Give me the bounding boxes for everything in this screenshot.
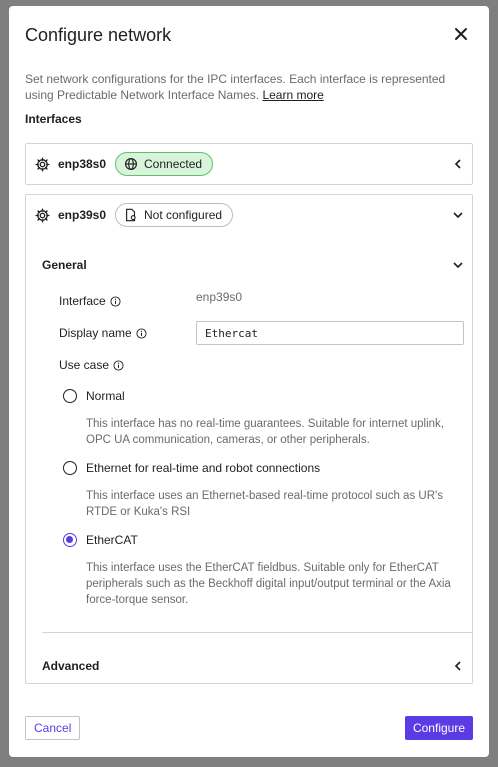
option-description: This interface has no real-time guarante… bbox=[86, 418, 444, 446]
info-icon[interactable] bbox=[136, 327, 147, 339]
cancel-button[interactable]: Cancel bbox=[25, 716, 81, 740]
use-case-ethercat-option[interactable]: EtherCAT bbox=[63, 533, 138, 547]
advanced-section-title[interactable]: Advanced bbox=[42, 659, 99, 673]
interface-header-enp39s0[interactable]: enp39s0 Not configured bbox=[26, 195, 472, 235]
interface-name: enp38s0 bbox=[58, 157, 107, 171]
interface-label-text: Interface bbox=[59, 294, 106, 308]
use-case-label-text: Use case bbox=[59, 358, 110, 372]
interface-field-label: Interface bbox=[59, 294, 121, 308]
status-badge: Connected bbox=[115, 152, 214, 176]
gear-icon bbox=[35, 157, 50, 172]
use-case-ethernet-option[interactable]: Ethernet for real-time and robot connect… bbox=[63, 461, 320, 475]
display-name-label: Display name bbox=[59, 326, 147, 340]
section-divider bbox=[42, 632, 472, 633]
interface-name: enp39s0 bbox=[58, 208, 107, 222]
dialog-description: Set network configurations for the IPC i… bbox=[25, 71, 465, 103]
gear-icon bbox=[35, 208, 50, 223]
display-name-input[interactable]: Ethercat bbox=[196, 321, 464, 345]
status-badge: Not configured bbox=[115, 203, 234, 227]
use-case-normal-option[interactable]: Normal bbox=[63, 389, 125, 403]
option-label: Ethernet for real-time and robot connect… bbox=[86, 461, 321, 475]
status-text: Not configured bbox=[144, 208, 223, 222]
chevron-left-icon[interactable] bbox=[452, 158, 464, 170]
status-text: Connected bbox=[144, 157, 203, 171]
option-description: This interface uses an Ethernet-based re… bbox=[86, 490, 443, 518]
chevron-down-icon[interactable] bbox=[452, 259, 464, 271]
use-case-label: Use case bbox=[59, 358, 124, 372]
document-gear-icon bbox=[126, 208, 136, 222]
radio-button-selected[interactable] bbox=[63, 533, 77, 547]
display-name-label-text: Display name bbox=[59, 326, 132, 340]
info-icon[interactable] bbox=[110, 295, 121, 307]
radio-button[interactable] bbox=[63, 389, 77, 403]
chevron-down-icon[interactable] bbox=[452, 209, 464, 221]
close-icon[interactable] bbox=[453, 26, 469, 42]
radio-button[interactable] bbox=[63, 461, 77, 475]
interface-header-enp38s0[interactable]: enp38s0 Connected bbox=[26, 144, 472, 184]
chevron-left-icon[interactable] bbox=[452, 660, 464, 672]
description-text: Set network configurations for the IPC i… bbox=[25, 72, 446, 102]
interface-value: enp39s0 bbox=[196, 290, 243, 304]
globe-icon bbox=[125, 158, 137, 170]
option-label: Normal bbox=[86, 389, 125, 403]
configure-network-dialog: Configure network Set network configurat… bbox=[9, 6, 489, 757]
option-description: This interface uses the EtherCAT fieldbu… bbox=[86, 562, 451, 606]
learn-more-link[interactable]: Learn more bbox=[262, 88, 323, 102]
interface-card-enp38s0: enp38s0 Connected bbox=[25, 143, 473, 185]
configure-button[interactable]: Configure bbox=[404, 716, 473, 740]
dialog-title: Configure network bbox=[25, 25, 172, 45]
info-icon[interactable] bbox=[113, 359, 124, 371]
general-section-title[interactable]: General bbox=[42, 258, 87, 272]
option-label: EtherCAT bbox=[86, 533, 138, 547]
interface-card-enp39s0: enp39s0 Not configured General Interface bbox=[25, 194, 473, 684]
interfaces-label: Interfaces bbox=[25, 112, 82, 126]
